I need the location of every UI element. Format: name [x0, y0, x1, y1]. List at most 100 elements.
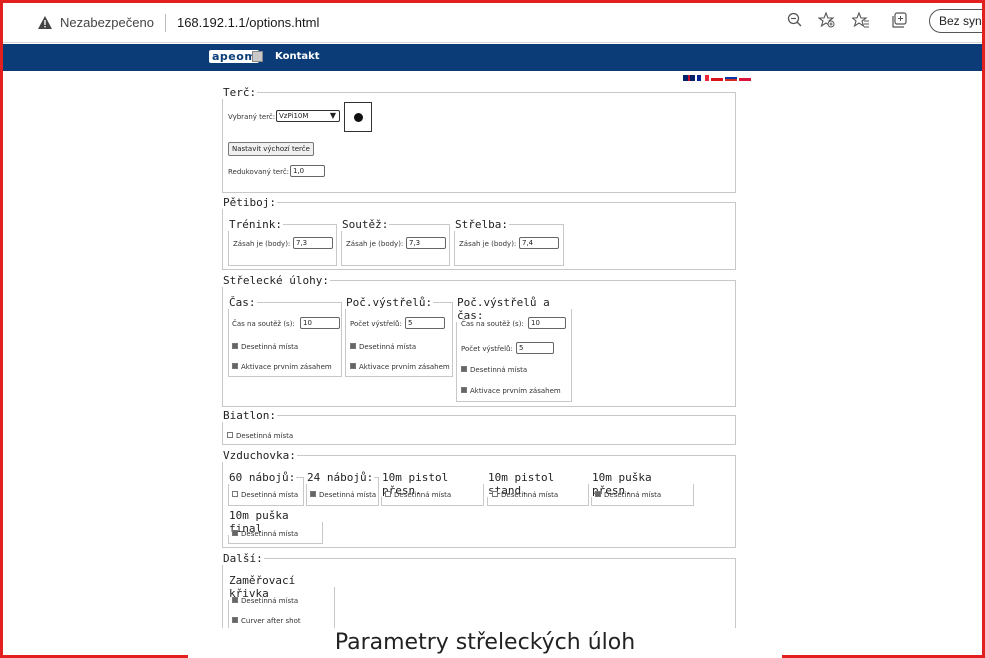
- shots-time-label: Čas na soutěž (s):: [461, 320, 524, 328]
- warning-icon[interactable]: [37, 15, 53, 30]
- group-title: Čas:: [229, 296, 256, 309]
- hit-label: Zásah je (body):: [459, 240, 517, 248]
- flag-pl-icon[interactable]: [739, 75, 751, 81]
- checkbox-label: Desetinná místa: [470, 366, 528, 374]
- biathlon-section: Biatlon:: [222, 409, 736, 445]
- checkbox-label: Aktivace prvním zásahem: [359, 363, 450, 371]
- browser-address-bar: Nezabezpečeno 168.192.1.1/options.html: [3, 3, 985, 43]
- target-dot-icon: [354, 113, 363, 122]
- checkbox-icon[interactable]: [232, 617, 238, 623]
- checkbox-icon[interactable]: [232, 363, 238, 369]
- checkbox-icon[interactable]: [350, 343, 356, 349]
- site-nav-bar: apeom Kontakt: [3, 44, 985, 71]
- section-title: Další:: [223, 552, 263, 565]
- group-title: Poč.výstřelů:: [346, 296, 433, 309]
- reduced-target-input[interactable]: 1,0: [290, 165, 325, 177]
- checkbox-icon[interactable]: [232, 530, 238, 536]
- checkbox-label: Desetinná místa: [394, 491, 452, 499]
- air-group-rifle-precision: 10m puška přesn.: [591, 471, 694, 506]
- section-title: Střelecké úlohy:: [223, 274, 329, 287]
- section-title: Terč:: [223, 86, 257, 99]
- checkbox-icon[interactable]: [461, 366, 467, 372]
- checkbox-icon[interactable]: [385, 491, 391, 497]
- flag-uk-icon[interactable]: [683, 75, 695, 81]
- hit-label: Zásah je (body):: [233, 240, 291, 248]
- air-group-60: 60 nábojů:: [228, 471, 304, 506]
- curve-decimals-checkbox[interactable]: Desetinná místa: [232, 597, 298, 605]
- checkbox-icon[interactable]: [350, 363, 356, 369]
- time-decimals-checkbox[interactable]: Desetinná místa: [232, 343, 298, 351]
- target-select-value: VzPi10M: [279, 112, 309, 120]
- shooting-hit-input[interactable]: 7,4: [519, 237, 559, 249]
- reduced-target-label: Redukovaný terč:: [228, 168, 290, 176]
- checkbox-label: Desetinná místa: [241, 491, 299, 499]
- checkbox-icon[interactable]: [232, 343, 238, 349]
- checkbox-icon[interactable]: [232, 597, 238, 603]
- time-input[interactable]: 10: [300, 317, 340, 329]
- air-60-decimals-checkbox[interactable]: Desetinná místa: [232, 491, 298, 499]
- section-title: Biatlon:: [223, 409, 276, 422]
- air-group-pistol-precision: 10m pistol přesn.: [381, 471, 484, 506]
- checkbox-label: Desetinná místa: [241, 530, 299, 538]
- hit-label: Zásah je (body):: [346, 240, 404, 248]
- group-title: 60 nábojů:: [229, 471, 296, 484]
- shots-time-input[interactable]: 10: [528, 317, 566, 329]
- checkbox-icon[interactable]: [310, 491, 316, 497]
- checkbox-label: Desetinná místa: [319, 491, 377, 499]
- air-rifle-precision-decimals-checkbox[interactable]: Desetinná místa: [595, 491, 661, 499]
- air-group-pistol-standard: 10m pistol stand.: [487, 471, 589, 506]
- shots-decimals-checkbox[interactable]: Desetinná místa: [350, 343, 416, 351]
- group-title: 24 nábojů:: [307, 471, 374, 484]
- checkbox-icon[interactable]: [232, 491, 238, 497]
- time-activation-checkbox[interactable]: Aktivace prvním zásahem: [232, 363, 332, 371]
- caption: Parametry střeleckých úloh: [188, 628, 782, 658]
- flag-fr-icon[interactable]: [697, 75, 709, 81]
- checkbox-label: Desetinná místa: [359, 343, 417, 351]
- shots-input[interactable]: 5: [405, 317, 445, 329]
- checkbox-label: Aktivace prvním zásahem: [470, 387, 561, 395]
- sync-button[interactable]: Bez synch: [929, 9, 985, 33]
- shots-label: Počet výstřelů:: [350, 320, 402, 328]
- checkbox-icon[interactable]: [227, 432, 233, 438]
- checkbox-label: Desetinná místa: [241, 597, 299, 605]
- air-group-rifle-final: 10m puška final: [228, 509, 323, 544]
- checkbox-label: Aktivace prvním zásahem: [241, 363, 332, 371]
- security-label[interactable]: Nezabezpečeno: [60, 15, 154, 30]
- favorites-icon[interactable]: [852, 11, 870, 29]
- flag-ru-icon[interactable]: [725, 75, 737, 81]
- language-flags: [683, 75, 751, 81]
- target-select-label: Vybraný terč:: [228, 113, 276, 121]
- group-title: Trénink:: [229, 218, 282, 231]
- shots-time-decimals-checkbox[interactable]: Desetinná místa: [461, 366, 527, 374]
- air-pistol-standard-decimals-checkbox[interactable]: Desetinná místa: [492, 491, 558, 499]
- checkbox-label: Desetinná místa: [236, 432, 294, 440]
- target-select[interactable]: VzPi10M ▼: [276, 110, 340, 122]
- chevron-down-icon: ▼: [329, 111, 336, 120]
- checkbox-label: Desetinná místa: [241, 343, 299, 351]
- home-icon[interactable]: [252, 51, 263, 62]
- contact-link[interactable]: Kontakt: [275, 51, 320, 62]
- curver-after-shot-checkbox[interactable]: Curver after shot: [232, 617, 301, 625]
- air-pistol-precision-decimals-checkbox[interactable]: Desetinná místa: [385, 491, 451, 499]
- flag-cz-icon[interactable]: [711, 75, 723, 81]
- air-rifle-final-decimals-checkbox[interactable]: Desetinná místa: [232, 530, 298, 538]
- section-title: Vzduchovka:: [223, 449, 296, 462]
- shots-count-input[interactable]: 5: [516, 342, 554, 354]
- add-favorite-icon[interactable]: [818, 11, 836, 29]
- collections-icon[interactable]: [891, 11, 909, 29]
- checkbox-icon[interactable]: [595, 491, 601, 497]
- air-24-decimals-checkbox[interactable]: Desetinná místa: [310, 491, 376, 499]
- competition-hit-input[interactable]: 7,3: [406, 237, 446, 249]
- air-group-24: 24 nábojů:: [306, 471, 379, 506]
- shots-activation-checkbox[interactable]: Aktivace prvním zásahem: [350, 363, 450, 371]
- url-field[interactable]: 168.192.1.1/options.html: [177, 15, 319, 30]
- training-hit-input[interactable]: 7,3: [293, 237, 333, 249]
- checkbox-icon[interactable]: [492, 491, 498, 497]
- zoom-icon[interactable]: [786, 11, 804, 29]
- divider: [164, 13, 166, 32]
- default-target-button[interactable]: Nastavit výchozí terče: [228, 142, 314, 156]
- checkbox-icon[interactable]: [461, 387, 467, 393]
- shots-count-label: Počet výstřelů:: [461, 345, 513, 353]
- shots-time-activation-checkbox[interactable]: Aktivace prvním zásahem: [461, 387, 561, 395]
- biathlon-decimals-checkbox[interactable]: Desetinná místa: [227, 432, 293, 440]
